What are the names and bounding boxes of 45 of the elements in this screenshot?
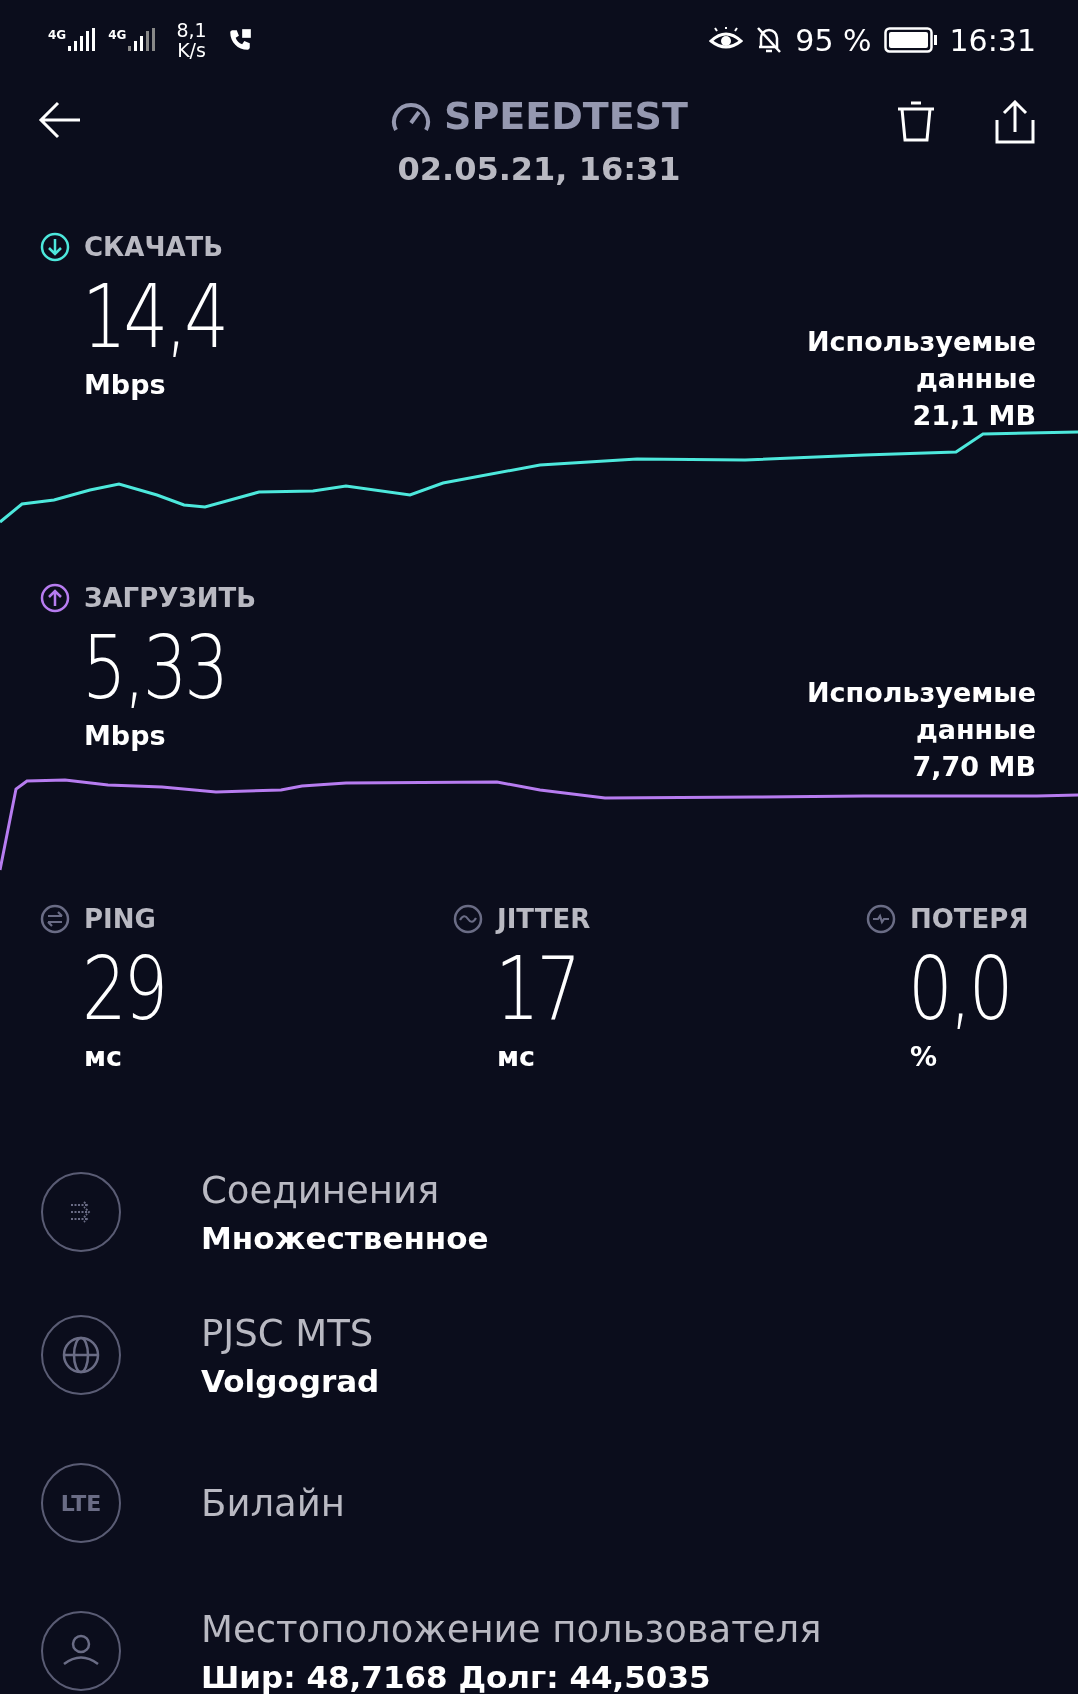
- app-title: SPEEDTEST: [444, 94, 688, 138]
- metric-icon: [453, 904, 483, 934]
- arrows-icon: [41, 1172, 121, 1252]
- speed-unit: K/s: [177, 40, 206, 60]
- metric-icon: [866, 904, 896, 934]
- metric-unit: Mbps: [84, 368, 167, 402]
- network-type: 4G: [108, 28, 127, 42]
- test-date: 02.05.21, 16:31: [397, 150, 681, 188]
- metric-label: JITTER: [497, 904, 591, 934]
- globe-icon: [41, 1315, 121, 1395]
- metric-label: СКАЧАТЬ: [84, 232, 224, 262]
- signal-icon: [68, 28, 97, 52]
- detail-value: Volgograd: [201, 1362, 380, 1399]
- metric-icon: [40, 904, 70, 934]
- clock: 16:31: [949, 22, 1036, 58]
- metric-value: 5,33: [82, 618, 226, 718]
- detail-title: PJSC MTS: [201, 1311, 375, 1355]
- metric-unit: %: [910, 1040, 939, 1074]
- detail-title: Соединения: [201, 1168, 441, 1212]
- metric-label: PING: [84, 904, 156, 934]
- battery-percent: 95 %: [795, 22, 872, 58]
- network-type-badge: LTE: [41, 1463, 121, 1543]
- data-used-value: 21,1 MB: [911, 399, 1036, 433]
- metric-value: 14,4: [82, 267, 226, 367]
- battery-icon: [883, 27, 938, 53]
- metric-unit: мс: [84, 1040, 124, 1074]
- metric-label: ЗАГРУЗИТЬ: [84, 583, 257, 613]
- user-icon: [41, 1611, 121, 1691]
- network-type: 4G: [48, 28, 67, 42]
- metric-unit: мс: [497, 1040, 537, 1074]
- data-used-label: Используемые данные: [805, 325, 1036, 396]
- data-used-label: Используемые данные: [805, 676, 1036, 747]
- metric-value: 17: [495, 939, 579, 1039]
- bell-muted-icon: [755, 25, 784, 55]
- detail-title: Местоположение пользователя: [201, 1607, 822, 1651]
- speed-value: 8,1: [176, 20, 207, 40]
- metric-label: ПОТЕРЯ: [910, 904, 1029, 934]
- detail-value: Шир: 48,7168 Долг: 44,5035: [201, 1658, 712, 1694]
- metric-value: 29: [82, 939, 166, 1039]
- metric-unit: Mbps: [84, 719, 167, 753]
- detail-value: Множественное: [201, 1219, 489, 1256]
- data-used-value: 7,70 MB: [911, 750, 1036, 784]
- signal-icon: [128, 28, 157, 52]
- detail-title: Билайн: [201, 1481, 345, 1525]
- metric-value: 0,0: [908, 939, 1011, 1039]
